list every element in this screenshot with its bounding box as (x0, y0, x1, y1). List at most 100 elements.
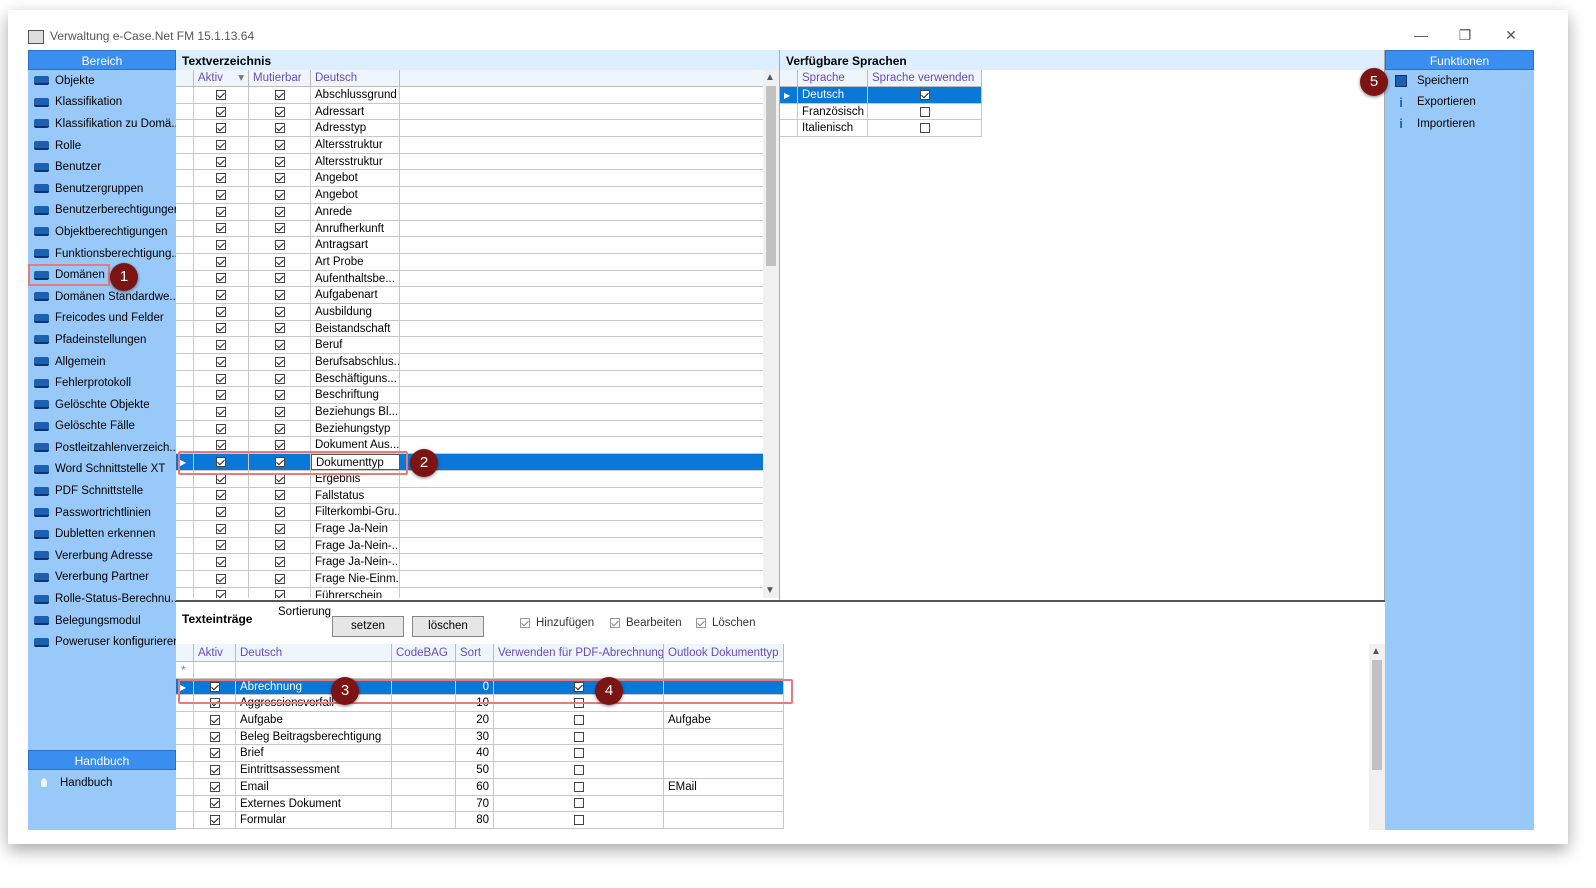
nav-item[interactable]: Vererbung Partner (28, 567, 176, 589)
bearbeiten-option[interactable]: Bearbeiten (610, 617, 682, 629)
deutsch-cell[interactable]: Anrufherkunft (311, 220, 400, 237)
table-row[interactable]: Beziehungs Bl... (176, 404, 779, 421)
nav-item[interactable]: Rolle-Status-Berechnu... (28, 588, 176, 610)
table-row[interactable]: Führerschein (176, 587, 779, 598)
row-selector[interactable] (176, 187, 194, 203)
nav-item[interactable]: Vererbung Adresse (28, 545, 176, 567)
nav-item[interactable]: Benutzerberechtigungen (28, 200, 176, 222)
deutsch-cell[interactable]: Adresstyp (311, 120, 400, 137)
checkbox[interactable] (216, 590, 226, 598)
checkbox[interactable] (216, 306, 226, 317)
checkbox[interactable] (216, 156, 226, 167)
sort-cell[interactable]: 80 (456, 812, 494, 828)
checkbox[interactable] (209, 798, 220, 809)
table-row[interactable]: Fallstatus (176, 487, 779, 505)
table-row[interactable]: Aufenthaltsbe... (176, 270, 779, 288)
close-button[interactable]: ✕ (1496, 24, 1526, 46)
checkbox[interactable] (216, 540, 226, 551)
deutsch-cell[interactable]: Beschriftung (311, 387, 400, 404)
table-row[interactable]: Frage Ja-Nein (176, 520, 779, 538)
nav-item[interactable]: Belegungsmodul (28, 610, 176, 632)
checkbox[interactable] (209, 731, 220, 742)
checkbox[interactable] (274, 390, 285, 401)
outlook-cell[interactable] (664, 762, 784, 778)
nav-item[interactable]: Benutzer (28, 156, 176, 178)
checkbox[interactable] (274, 223, 285, 234)
deutsch-cell[interactable]: Aggressionsvorfall (236, 695, 392, 712)
deutsch-cell[interactable]: Frage Ja-Nein-... (311, 554, 400, 570)
table-row[interactable]: Aggressionsvorfall 10 (176, 695, 784, 713)
deutsch-cell[interactable]: Beruf (311, 337, 400, 353)
deutsch-cell[interactable]: Externes Dokument (236, 795, 392, 812)
codebag-cell[interactable] (392, 795, 456, 812)
row-selector[interactable] (176, 137, 194, 153)
codebag-cell[interactable] (392, 712, 456, 728)
row-selector[interactable] (176, 778, 194, 795)
row-selector[interactable] (176, 370, 194, 387)
checkbox[interactable] (216, 89, 226, 100)
checkbox[interactable] (274, 356, 285, 367)
checkbox[interactable] (274, 206, 285, 217)
nav-item[interactable]: Word Schnittstelle XT (28, 459, 176, 481)
checkbox[interactable] (573, 815, 584, 826)
deutsch-cell[interactable]: Dokument Aus... (311, 437, 400, 454)
nav-item[interactable]: Rolle (28, 135, 176, 157)
deutsch-cell[interactable]: Altersstruktur (311, 137, 400, 153)
sort-cell[interactable]: 30 (456, 728, 494, 745)
checkbox[interactable] (919, 106, 930, 117)
column-header-pdf[interactable]: Verwenden für PDF-Abrechnung (494, 644, 664, 661)
checkbox[interactable] (274, 373, 285, 384)
texteintraege-scrollbar[interactable]: ▲ (1369, 644, 1385, 830)
row-selector[interactable] (176, 554, 194, 570)
scroll-thumb[interactable] (766, 86, 776, 266)
checkbox[interactable] (216, 573, 226, 584)
deutsch-cell[interactable]: Ergebnis (311, 470, 400, 487)
codebag-cell[interactable] (392, 762, 456, 778)
sort-cell[interactable]: 60 (456, 778, 494, 795)
table-row[interactable]: Frage Ja-Nein-... (176, 537, 779, 555)
checkbox[interactable] (919, 89, 930, 100)
nav-item[interactable]: Klassifikation (28, 92, 176, 114)
table-row[interactable]: Filterkombi-Gru... (176, 504, 779, 521)
checkbox[interactable] (209, 815, 220, 826)
checkbox[interactable] (274, 323, 285, 334)
nav-item[interactable]: Objektberechtigungen (28, 221, 176, 243)
scroll-up-icon[interactable]: ▲ (1371, 646, 1381, 657)
table-row[interactable]: Beruf (176, 337, 779, 354)
nav-item[interactable]: Domänen Standardwe... (28, 286, 176, 308)
checkbox[interactable] (274, 440, 285, 451)
row-selector[interactable] (176, 728, 194, 745)
row-selector[interactable] (176, 153, 194, 170)
checkbox[interactable] (573, 714, 584, 725)
table-row[interactable]: Antragsart (176, 237, 779, 254)
table-row[interactable]: Frage Nie-Einm... (176, 570, 779, 588)
checkbox[interactable] (274, 573, 285, 584)
row-selector[interactable] (176, 437, 194, 454)
checkbox[interactable] (696, 618, 706, 628)
table-row[interactable]: Deutsch (780, 87, 982, 104)
table-row[interactable]: Dokument Aus... (176, 437, 779, 455)
checkbox[interactable] (216, 490, 226, 501)
outlook-cell[interactable]: Aufgabe (664, 712, 784, 728)
column-header-aktiv[interactable]: Aktiv (194, 644, 236, 661)
checkbox[interactable] (274, 273, 285, 284)
row-selector[interactable] (176, 504, 194, 520)
checkbox[interactable] (274, 340, 285, 351)
deutsch-cell[interactable]: Beistandschaft (311, 320, 400, 337)
row-selector[interactable] (176, 87, 194, 103)
checkbox[interactable] (274, 306, 285, 317)
table-row[interactable]: Anrede (176, 203, 779, 221)
checkbox[interactable] (520, 618, 530, 628)
checkbox[interactable] (274, 290, 285, 301)
nav-item[interactable]: Allgemein (28, 351, 176, 373)
row-selector[interactable] (176, 520, 194, 537)
table-row[interactable]: Beleg Beitragsberechtigung 30 (176, 728, 784, 746)
checkbox[interactable] (274, 240, 285, 251)
nav-item[interactable]: Dubletten erkennen (28, 523, 176, 545)
outlook-cell[interactable] (664, 745, 784, 762)
checkbox[interactable] (274, 189, 285, 200)
deutsch-cell[interactable]: Brief (236, 745, 392, 762)
scroll-up-icon[interactable]: ▲ (765, 72, 775, 83)
checkbox[interactable] (216, 340, 226, 351)
sort-cell[interactable]: 0 (456, 678, 494, 695)
